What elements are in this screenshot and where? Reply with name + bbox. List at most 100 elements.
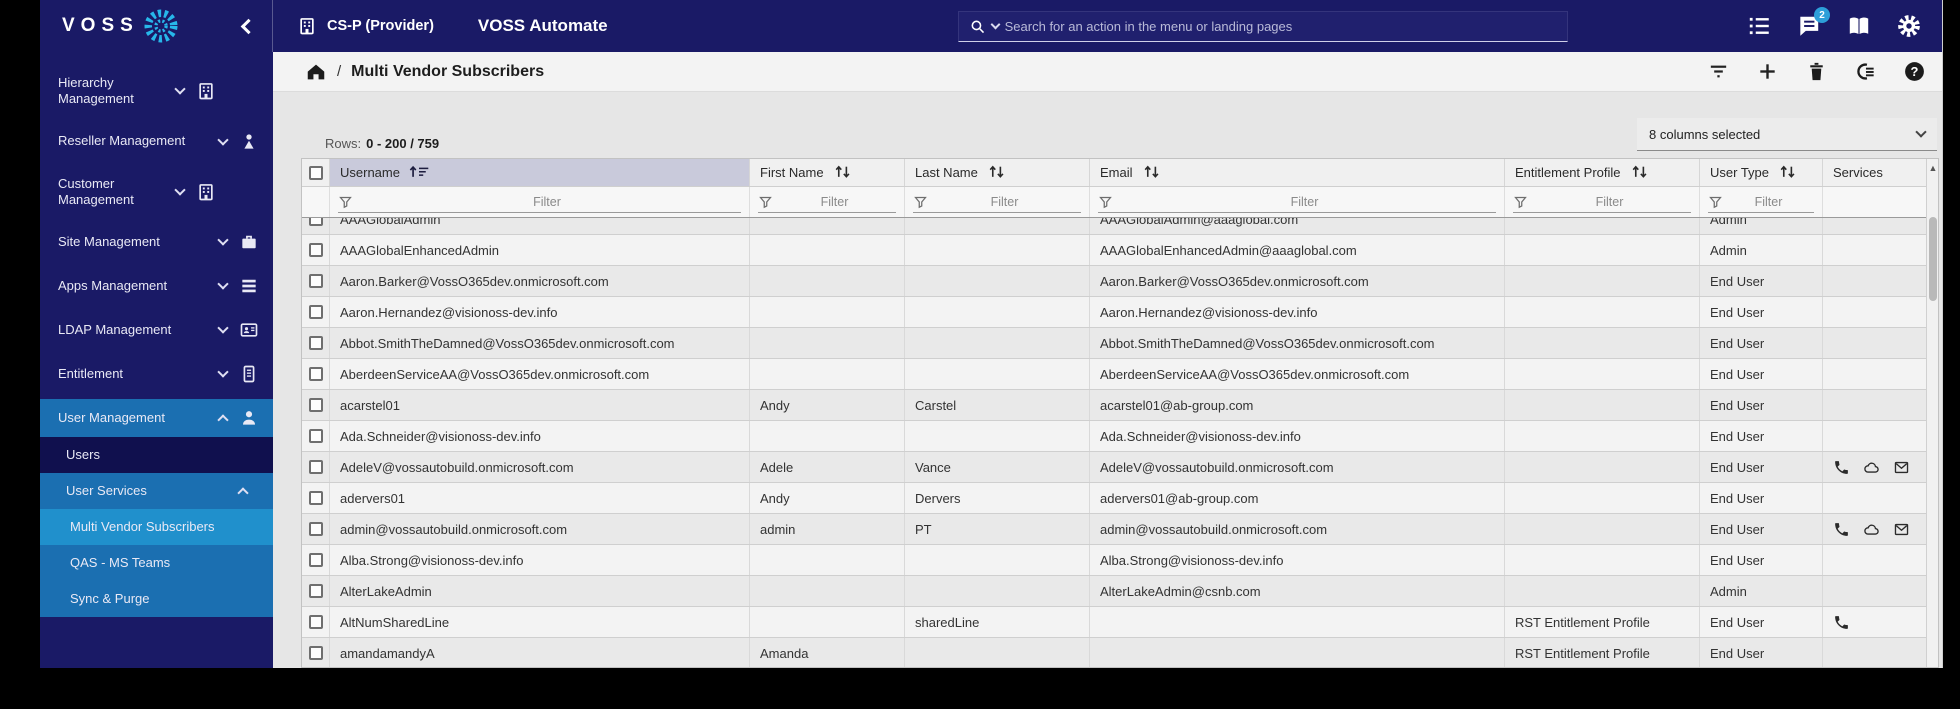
table-row[interactable]: AdeleV@vossautobuild.onmicrosoft.com Adel… — [302, 452, 1938, 483]
filter-input[interactable]: Filter — [1528, 195, 1691, 209]
phone-icon[interactable] — [1833, 614, 1850, 631]
phone-icon[interactable] — [1833, 521, 1850, 538]
sidebar-item-site-management[interactable]: Site Management — [40, 223, 273, 261]
cell-last-name — [905, 235, 1090, 265]
column-header-entitlement-profile[interactable]: Entitlement Profile — [1505, 159, 1700, 186]
column-header-username[interactable]: Username — [330, 159, 750, 186]
sidebar-item-users[interactable]: Users — [40, 437, 273, 473]
table-row[interactable]: AlterLakeAdmin AlterLakeAdmin@csnb.com Adm… — [302, 576, 1938, 607]
mail-icon[interactable] — [1893, 521, 1910, 538]
columns-selected-dropdown[interactable]: 8 columns selected — [1637, 118, 1937, 151]
sidebar-item-sync-purge[interactable]: Sync & Purge — [40, 581, 273, 617]
sidebar-item-qas-ms-teams[interactable]: QAS - MS Teams — [40, 545, 273, 581]
select-all-checkbox[interactable] — [308, 165, 323, 180]
related-items-icon[interactable] — [1854, 60, 1877, 83]
filter-cell-last-name[interactable]: Filter — [905, 187, 1090, 217]
column-header-services[interactable]: Services — [1823, 159, 1928, 186]
table-row[interactable]: Alba.Strong@visionoss-dev.info Alba.Stron… — [302, 545, 1938, 576]
row-checkbox[interactable] — [308, 398, 323, 412]
column-header-first-name[interactable]: First Name — [750, 159, 905, 186]
table-scrollbar[interactable]: ▲ — [1926, 159, 1938, 667]
cell-last-name: sharedLine — [905, 607, 1090, 637]
filter-input[interactable]: Filter — [353, 195, 741, 209]
table-row[interactable]: amandamandyA Amanda RST Entitlement Profil… — [302, 638, 1938, 667]
column-header-user-type[interactable]: User Type — [1700, 159, 1823, 186]
sidebar-item-hierarchy-management[interactable]: Hierarchy Management — [40, 66, 273, 117]
mail-icon[interactable] — [1893, 459, 1910, 476]
hierarchy-selector[interactable]: CS-P (Provider) — [297, 16, 434, 36]
filter-empty-cell — [302, 187, 330, 217]
table-row[interactable]: AberdeenServiceAA@VossO365dev.onmicrosof… — [302, 359, 1938, 390]
table-row[interactable]: adervers01 Andy Dervers adervers01@ab-group… — [302, 483, 1938, 514]
sidebar-item-ldap-management[interactable]: LDAP Management — [40, 311, 273, 349]
row-checkbox-cell — [302, 421, 330, 451]
scrollbar-thumb[interactable] — [1929, 217, 1937, 301]
sort-icon — [986, 165, 1008, 180]
row-checkbox[interactable] — [308, 218, 323, 226]
filter-input[interactable]: Filter — [928, 195, 1081, 209]
home-icon[interactable] — [305, 61, 327, 83]
search-icon — [969, 18, 986, 35]
filter-input[interactable]: Filter — [1723, 195, 1814, 209]
numbered-list-icon[interactable] — [1746, 13, 1772, 39]
row-checkbox[interactable] — [308, 522, 323, 536]
row-checkbox[interactable] — [308, 584, 323, 598]
cell-user-type: Admin — [1700, 576, 1823, 606]
row-checkbox[interactable] — [308, 460, 323, 474]
filter-input[interactable]: Filter — [773, 195, 896, 209]
filter-cell-entitlement-profile[interactable]: Filter — [1505, 187, 1700, 217]
filter-cell-email[interactable]: Filter — [1090, 187, 1505, 217]
table-row[interactable]: AAAGlobalEnhancedAdmin AAAGlobalEnhancedA… — [302, 235, 1938, 266]
help-icon[interactable]: ? — [1903, 60, 1926, 83]
sidebar-item-entitlement[interactable]: Entitlement — [40, 355, 273, 393]
row-checkbox[interactable] — [308, 429, 323, 443]
search-scope-chevron-icon[interactable] — [990, 19, 1001, 30]
sidebar-item-apps-management[interactable]: Apps Management — [40, 267, 273, 305]
row-checkbox[interactable] — [308, 553, 323, 567]
messages-icon[interactable]: 2 — [1796, 7, 1830, 39]
sidebar-item-label: User Services — [66, 482, 147, 498]
table-row[interactable]: AltNumSharedLine sharedLine RST Entitlemen… — [302, 607, 1938, 638]
phone-icon[interactable] — [1833, 459, 1850, 476]
sort-icon — [1141, 165, 1163, 180]
sidebar-item-user-management[interactable]: User Management — [40, 399, 273, 437]
row-checkbox[interactable] — [308, 367, 323, 381]
documentation-book-icon[interactable] — [1846, 13, 1872, 39]
sidebar-item-multi-vendor-subscribers[interactable]: Multi Vendor Subscribers — [40, 509, 273, 545]
sidebar-item-customer-management[interactable]: Customer Management — [40, 167, 273, 218]
row-checkbox[interactable] — [308, 336, 323, 350]
cloud-icon[interactable] — [1863, 521, 1880, 538]
filter-list-icon[interactable] — [1707, 60, 1730, 83]
table-row[interactable]: acarstel01 Andy Carstel acarstel01@ab-group… — [302, 390, 1938, 421]
funnel-icon — [1513, 195, 1528, 210]
filter-cell-first-name[interactable]: Filter — [750, 187, 905, 217]
settings-gear-icon[interactable] — [1896, 13, 1922, 39]
filter-input[interactable]: Filter — [1113, 195, 1496, 209]
column-header-last-name[interactable]: Last Name — [905, 159, 1090, 186]
row-checkbox[interactable] — [308, 491, 323, 505]
sidebar-item-reseller-management[interactable]: Reseller Management — [40, 123, 273, 161]
row-checkbox[interactable] — [308, 305, 323, 319]
filter-cell-user-type[interactable]: Filter — [1700, 187, 1823, 217]
row-checkbox[interactable] — [308, 274, 323, 288]
row-checkbox[interactable] — [308, 615, 323, 629]
column-header-email[interactable]: Email — [1090, 159, 1505, 186]
sidebar-collapse-icon[interactable] — [240, 18, 257, 34]
table-row[interactable]: Abbot.SmithTheDamned@VossO365dev.onmicro… — [302, 328, 1938, 359]
table-row[interactable]: admin@vossautobuild.onmicrosoft.com admin… — [302, 514, 1938, 545]
filter-cell-username[interactable]: Filter — [330, 187, 750, 217]
cell-last-name: PT — [905, 514, 1090, 544]
delete-trash-icon[interactable] — [1805, 60, 1828, 83]
table-row[interactable]: Aaron.Hernandez@visionoss-dev.info Aaron.… — [302, 297, 1938, 328]
row-checkbox[interactable] — [308, 243, 323, 257]
table-row[interactable]: Ada.Schneider@visionoss-dev.info Ada.Schn… — [302, 421, 1938, 452]
add-icon[interactable] — [1756, 60, 1779, 83]
row-checkbox[interactable] — [308, 646, 323, 660]
table-row[interactable]: AAAGlobalAdmin AAAGlobalAdmin@aaaglobal.c… — [302, 218, 1938, 235]
table-row[interactable]: Aaron.Barker@VossO365dev.onmicrosoft.com… — [302, 266, 1938, 297]
cloud-icon[interactable] — [1863, 459, 1880, 476]
search-input[interactable] — [1004, 18, 1557, 34]
page-toolbar: ? — [1707, 60, 1926, 83]
sidebar-item-user-services[interactable]: User Services — [40, 473, 273, 509]
scroll-up-icon[interactable]: ▲ — [1927, 163, 1939, 173]
